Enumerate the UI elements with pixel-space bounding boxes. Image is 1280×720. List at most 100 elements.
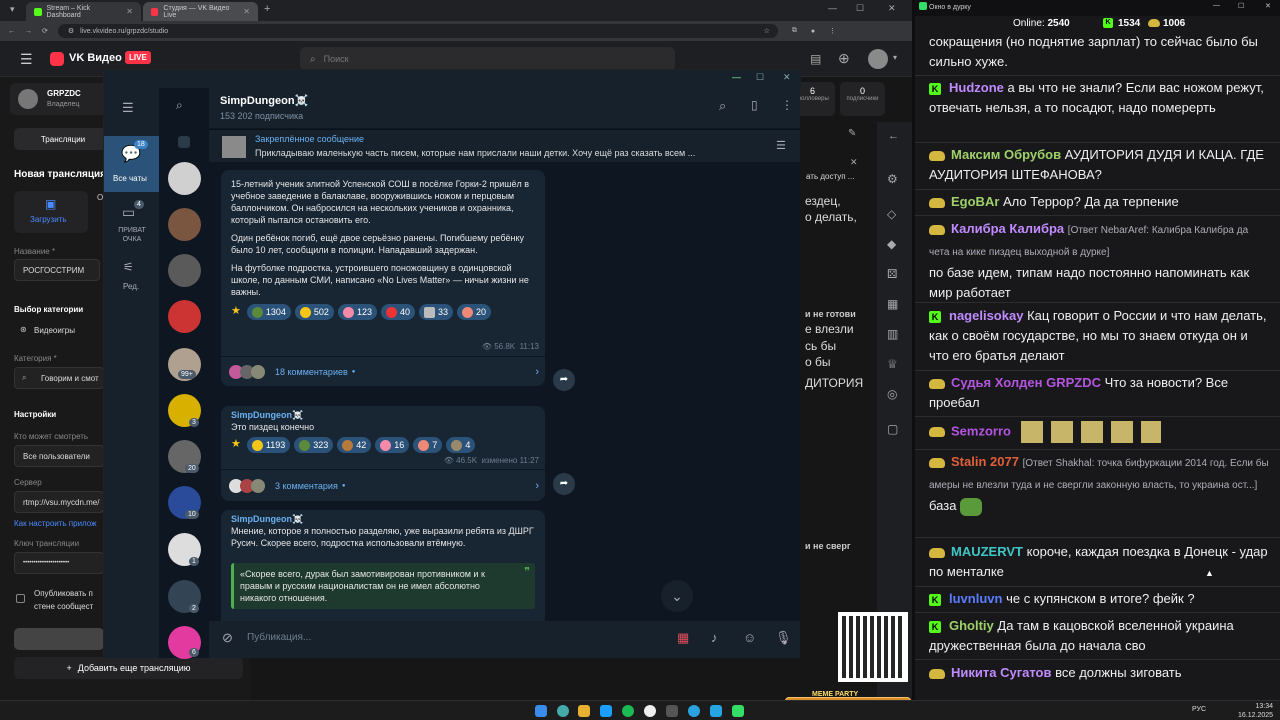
tab-vk-studio[interactable]: Студия — VK Видео Live ✕ [143,2,258,21]
search-icon[interactable]: ⌕ [719,98,726,114]
visibility-select[interactable]: Все пользователи [14,445,104,467]
bell-icon[interactable]: ♪ [711,630,718,645]
vk-search-input[interactable]: ⌕ Поиск [300,47,675,71]
username[interactable]: Максим Обрубов [951,147,1061,162]
tab-menu-icon[interactable]: ▾ [10,4,15,15]
app-icon[interactable] [710,705,722,717]
share-icon[interactable]: ➦ [553,369,575,391]
username[interactable]: EgoBAr [951,194,999,209]
username[interactable]: Stalin 2077 [951,454,1019,469]
close-icon[interactable]: ✕ [888,3,896,14]
reaction[interactable]: 323 [294,437,334,453]
server-input[interactable]: rtmp://vsu.mycdn.me/ [14,491,104,513]
back-arrow-icon[interactable]: ← [888,130,899,142]
comments-link[interactable]: 18 комментариев ● › [229,362,539,382]
widgets-icon[interactable]: ▦ [887,297,898,311]
new-tab-button[interactable]: + [264,3,270,15]
sidebar-toggle-icon[interactable]: ▯ [751,98,758,112]
folder-private[interactable]: ▭ 4 ПРИВАТ ОЧКА [104,196,159,248]
minimize-icon[interactable]: — [828,3,837,13]
minimize-icon[interactable]: — [732,72,741,82]
username[interactable]: Судья Холден [951,375,1042,390]
emoji-icon[interactable]: ☺ [743,630,756,645]
menu-dots-icon[interactable]: ⋮ [829,27,836,35]
vk-logo-text[interactable]: VK Видео [69,52,122,64]
extensions-icon[interactable]: ⧉ [792,27,797,35]
chevron-down-icon[interactable]: ▾ [893,53,897,62]
username[interactable]: Никита Сугатов [951,665,1051,680]
menu-icon[interactable]: ☰ [122,100,134,116]
upload-button[interactable]: ▣ Загрузить [14,191,88,233]
reaction[interactable]: 7 [413,437,443,453]
reaction[interactable]: 16 [375,437,410,453]
username[interactable]: Hudzone [949,80,1004,95]
archive-icon[interactable] [178,136,190,148]
app-icon[interactable] [666,705,678,717]
folder-edit[interactable]: ⚟ Ред. [104,260,159,300]
star-icon[interactable]: ★ [231,437,241,453]
reaction[interactable]: 42 [337,437,372,453]
reaction[interactable]: 502 [294,304,334,320]
tab-broadcasts[interactable]: Трансляции [14,128,112,150]
reaction[interactable]: 33 [418,304,453,320]
search-icon[interactable]: ⌕ [176,98,183,113]
profile-icon[interactable]: ● [811,28,815,35]
username[interactable]: MAUZERVT [951,544,1023,559]
username[interactable]: nagelisokay [949,308,1023,323]
back-icon[interactable]: ← [8,28,15,35]
more-icon[interactable]: ⋮ [781,98,793,112]
close-icon[interactable]: ✕ [783,72,791,83]
explorer-icon[interactable] [578,705,590,717]
title-input[interactable]: РОСГОССТРИМ [14,259,100,281]
reaction[interactable]: 1304 [246,304,291,320]
close-icon[interactable]: ✕ [1265,2,1271,10]
bookmark-star-icon[interactable]: ☆ [764,27,770,35]
hamburger-icon[interactable]: ☰ [20,51,33,68]
steam-icon[interactable] [600,705,612,717]
pin-icon[interactable]: ✎ [848,128,856,139]
spotify-icon[interactable] [622,705,634,717]
obs-icon[interactable] [644,705,656,717]
diamond-icon[interactable]: ◇ [887,207,896,221]
address-bar[interactable]: ⚙ live.vkvideo.ru/grpzdc/studio ☆ [57,24,778,38]
microphone-icon[interactable]: 🎙 [775,630,792,646]
clock[interactable]: 13:34 16.12.2025 [1238,702,1273,720]
setup-help-link[interactable]: Как настроить прилож [14,519,97,528]
chat-app-icon[interactable] [732,705,744,717]
attach-icon[interactable]: ⊘ [222,630,233,646]
dice-icon[interactable]: ⚄ [887,267,897,281]
chat-avatar[interactable] [168,162,201,195]
reaction[interactable]: 1193 [246,437,291,453]
schedule-icon[interactable]: ▦ [677,630,689,646]
maximize-icon[interactable]: ☐ [856,3,864,14]
reload-icon[interactable]: ⟳ [42,27,48,35]
username[interactable]: Semzorro [951,423,1011,438]
add-broadcast-button[interactable]: + Добавить еще трансляцию [14,657,243,679]
channel-card[interactable]: GRPZDC Владелец [10,83,110,115]
stats-icon[interactable]: ▥ [887,327,898,341]
tab-kick[interactable]: Stream – Kick Dashboard ✕ [26,2,141,21]
stream-key-input[interactable]: •••••••••••••••••••••• [14,552,104,574]
folder-all-chats[interactable]: 💬 18 Все чаты [104,136,159,192]
username[interactable]: luvnluvn [949,591,1002,606]
gem-icon[interactable]: ◆ [887,237,896,251]
share-icon[interactable]: ➦ [553,473,575,495]
reaction[interactable]: 123 [337,304,377,320]
scroll-down-button[interactable]: ⌄ [661,580,693,612]
chat-avatar[interactable] [168,300,201,333]
trophy-icon[interactable]: ♕ [887,357,898,371]
reaction[interactable]: 20 [457,304,492,320]
settings-icon[interactable]: ⚙ [887,172,898,186]
start-icon[interactable] [535,705,547,717]
studio-icon[interactable]: ▤ [810,52,821,66]
username[interactable]: Gholtiy [949,618,994,633]
minimize-icon[interactable]: — [1213,2,1220,9]
mention[interactable]: GRPZDC [1046,375,1101,390]
close-icon[interactable]: ✕ [850,157,858,168]
reaction[interactable]: 40 [380,304,415,320]
pinned-message[interactable]: Закреплённое сообщение Прикладываю мален… [209,129,800,162]
chat-avatar[interactable] [168,254,201,287]
chat-bubble-icon[interactable]: ◎ [887,387,897,401]
comments-link[interactable]: 3 комментария ● › [229,476,539,496]
channel-title[interactable]: SimpDungeon☠️ [220,94,308,107]
